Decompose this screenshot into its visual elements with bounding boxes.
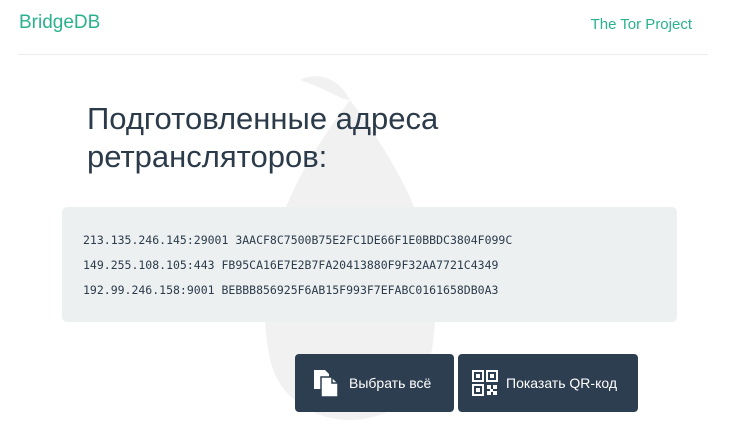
page-title: Подготовленные адреса ретрансляторов: — [87, 101, 439, 174]
copy-document-icon — [314, 370, 339, 398]
show-qr-label: Показать QR-код — [506, 375, 617, 391]
bridgedb-page: BridgeDB The Tor Project Подготовленные … — [0, 0, 749, 447]
tor-project-link[interactable]: The Tor Project — [591, 16, 692, 33]
top-navbar: BridgeDB The Tor Project — [18, 0, 708, 55]
brand-link[interactable]: BridgeDB — [19, 12, 100, 34]
bridge-lines-box[interactable]: 213.135.246.145:29001 3AACF8C7500B75E2FC… — [62, 207, 677, 322]
bridge-line: 149.255.108.105:443 FB95CA16E7E2B7FA2041… — [83, 258, 499, 272]
qr-code-icon — [472, 370, 498, 396]
bridge-line: 213.135.246.145:29001 3AACF8C7500B75E2FC… — [83, 233, 513, 247]
select-all-button[interactable]: Выбрать всё — [295, 354, 454, 412]
show-qr-button[interactable]: Показать QR-код — [458, 354, 638, 412]
bridge-line: 192.99.246.158:9001 BEBBB856925F6AB15F99… — [83, 283, 499, 297]
select-all-label: Выбрать всё — [349, 375, 432, 391]
